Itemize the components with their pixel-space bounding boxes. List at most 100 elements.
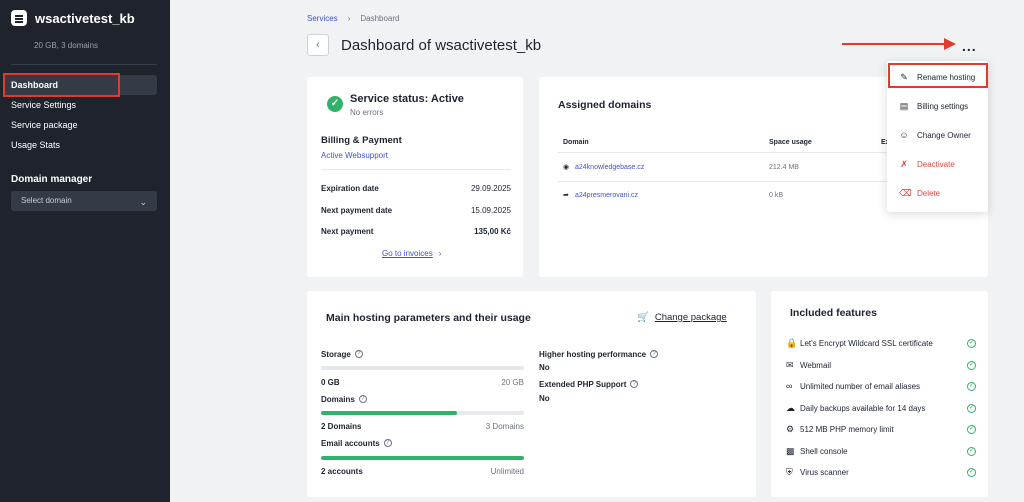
- user-icon: ☺: [899, 130, 909, 140]
- menu-item-change-owner[interactable]: ☺ Change Owner: [887, 123, 988, 147]
- domain-link[interactable]: ➦ a24presmerovani.cz: [563, 191, 638, 199]
- service-status-card: ✓ Service status: Active No errors Billi…: [307, 77, 523, 277]
- storage-bar: [321, 366, 524, 370]
- higher-performance-label: Higher hosting performance?: [539, 350, 659, 359]
- email-accounts-max: Unlimited: [490, 467, 524, 476]
- sidebar-item-service-settings[interactable]: Service Settings: [3, 95, 157, 115]
- space-usage: 212.4 MB: [769, 164, 799, 171]
- brand-title: wsactivetest_kb: [35, 10, 135, 26]
- domain-name: a24presmerovani.cz: [575, 192, 639, 199]
- help-icon[interactable]: ?: [630, 380, 639, 388]
- feature-label: Let's Encrypt Wildcard SSL certificate: [800, 338, 933, 348]
- help-icon[interactable]: ?: [354, 350, 363, 358]
- domain-select[interactable]: Select domain ⌄: [11, 191, 157, 211]
- feature-item: ⚙ 512 MB PHP memory limit ✓: [786, 422, 976, 436]
- more-options-button[interactable]: ...: [962, 38, 977, 54]
- mail-icon: ✉: [786, 359, 794, 370]
- domains-bar-fill: [321, 411, 457, 415]
- menu-item-delete[interactable]: ⌫ Delete: [887, 181, 988, 205]
- domains-label: Domains?: [321, 395, 367, 404]
- domains-value: 2 Domains: [321, 422, 362, 431]
- param-label-text: Higher hosting performance: [539, 350, 647, 359]
- check-icon: ✓: [967, 360, 976, 370]
- billing-title: Billing & Payment: [321, 135, 402, 146]
- lock-icon: 🔒: [786, 337, 798, 348]
- help-icon[interactable]: ?: [383, 439, 392, 447]
- feature-item: ▩ Shell console ✓: [786, 444, 976, 458]
- trash-icon: ⌫: [899, 187, 912, 198]
- domain-select-value: Select domain: [21, 196, 72, 205]
- included-features-card: Included features 🔒 Let's Encrypt Wildcar…: [771, 291, 988, 497]
- menu-item-billing-settings[interactable]: ▤ Billing settings: [887, 94, 988, 118]
- check-icon: ✓: [967, 424, 976, 434]
- feature-item: ☁ Daily backups available for 14 days ✓: [786, 401, 976, 415]
- divider: [321, 169, 511, 170]
- param-label-text: Storage: [321, 350, 351, 359]
- breadcrumb-dashboard: Dashboard: [360, 14, 400, 23]
- help-icon[interactable]: ?: [650, 350, 659, 358]
- annotation-highlight-dashboard: [3, 73, 120, 97]
- cart-icon: 🛒: [637, 312, 649, 323]
- feature-label: 512 MB PHP memory limit: [800, 424, 894, 434]
- php-icon: ⚙: [786, 423, 795, 434]
- chevron-down-icon: ⌄: [139, 197, 147, 207]
- feature-label: Daily backups available for 14 days: [800, 403, 926, 413]
- change-package-link[interactable]: 🛒 Change package: [637, 312, 727, 323]
- email-accounts-label: Email accounts?: [321, 439, 392, 448]
- check-icon: ✓: [967, 403, 976, 413]
- breadcrumb: Services › Dashboard: [307, 14, 400, 23]
- menu-item-deactivate[interactable]: ✗ Deactivate: [887, 152, 988, 176]
- billing-link[interactable]: Active Websupport: [321, 151, 388, 160]
- feature-item: ∞ Unlimited number of email aliases ✓: [786, 379, 976, 393]
- hosting-parameters-card: Main hosting parameters and their usage …: [307, 291, 756, 497]
- sidebar-item-usage-stats[interactable]: Usage Stats: [3, 135, 157, 155]
- service-icon: [11, 10, 27, 26]
- param-label-text: Extended PHP Support: [539, 380, 627, 389]
- features-title: Included features: [790, 307, 877, 319]
- billing-key: Next payment date: [321, 206, 393, 215]
- globe-icon: ◉: [563, 164, 570, 171]
- sidebar-item-service-package[interactable]: Service package: [3, 115, 157, 135]
- assigned-domains-title: Assigned domains: [558, 99, 652, 111]
- invoices-link-label: Go to invoices: [382, 249, 433, 258]
- billing-icon: ▤: [899, 100, 909, 111]
- domain-link[interactable]: ◉ a24knowledgebase.cz: [563, 163, 644, 171]
- menu-item-label: Billing settings: [917, 101, 969, 111]
- status-subtitle: No errors: [350, 108, 384, 117]
- domains-bar: [321, 411, 524, 415]
- domain-manager-title: Domain manager: [11, 174, 93, 185]
- back-button[interactable]: ‹: [307, 34, 329, 56]
- breadcrumb-services[interactable]: Services: [307, 14, 338, 23]
- feature-item: 🔒 Let's Encrypt Wildcard SSL certificate ✓: [786, 336, 976, 350]
- change-package-label: Change package: [654, 312, 727, 323]
- feature-label: Unlimited number of email aliases: [800, 381, 921, 391]
- param-label-text: Domains: [321, 395, 355, 404]
- billing-row: Next payment date 15.09.2025: [321, 206, 511, 215]
- email-accounts-bar: [321, 456, 524, 460]
- menu-item-label: Change Owner: [917, 130, 971, 140]
- billing-row: Next payment 135,00 Kč: [321, 227, 511, 236]
- go-to-invoices-link[interactable]: Go to invoices ›: [382, 249, 441, 258]
- breadcrumb-separator-icon: ›: [347, 14, 351, 23]
- extended-php-value: No: [539, 394, 550, 403]
- page-title: Dashboard of wsactivetest_kb: [341, 37, 542, 54]
- help-icon[interactable]: ?: [358, 395, 367, 403]
- billing-row: Expiration date 29.09.2025: [321, 184, 511, 193]
- feature-label: Shell console: [800, 446, 848, 456]
- check-icon: ✓: [967, 338, 976, 348]
- domain-name: a24knowledgebase.cz: [575, 164, 645, 171]
- feature-item: ✉ Webmail ✓: [786, 358, 976, 372]
- higher-performance-value: No: [539, 363, 550, 372]
- infinity-icon: ∞: [786, 381, 793, 391]
- status-title: Service status: Active: [350, 93, 464, 105]
- billing-value: 15.09.2025: [470, 206, 511, 215]
- brand-subtitle: 20 GB, 3 domains: [34, 41, 99, 50]
- check-icon: ✓: [967, 446, 976, 456]
- deactivate-icon: ✗: [900, 158, 908, 169]
- feature-label: Webmail: [800, 360, 831, 370]
- params-title: Main hosting parameters and their usage: [326, 312, 531, 324]
- cloud-backup-icon: ☁: [786, 402, 795, 413]
- redirect-icon: ➦: [563, 192, 569, 199]
- extended-php-label: Extended PHP Support?: [539, 380, 639, 389]
- email-accounts-value: 2 accounts: [321, 467, 363, 476]
